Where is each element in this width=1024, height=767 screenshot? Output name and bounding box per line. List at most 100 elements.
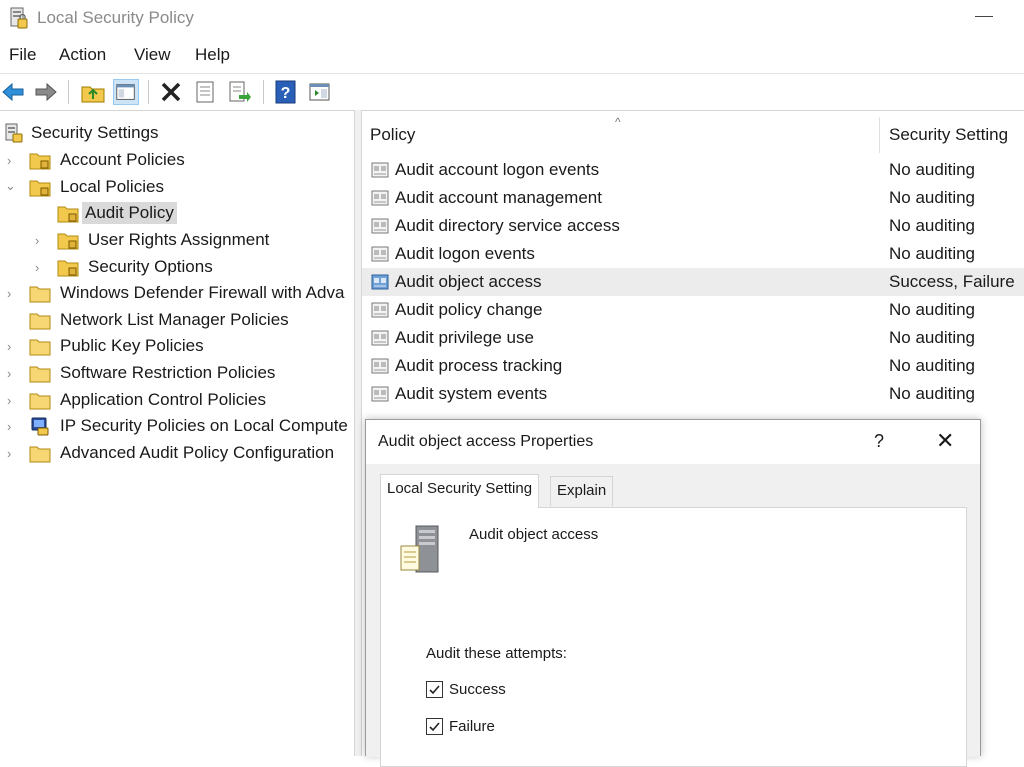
tree-item-public-key-policies[interactable]: › Public Key Policies [0, 334, 354, 360]
properties-dialog: Audit object access Properties ? ✕ Local… [365, 419, 981, 767]
menu-action[interactable]: Action [59, 45, 106, 65]
tree-item-ip-security-policies[interactable]: › IP Security Policies on Local Compute [0, 414, 354, 440]
tree-root-security-settings[interactable]: Security Settings [0, 121, 354, 147]
menu-file[interactable]: File [9, 45, 36, 65]
tree-label: Application Control Policies [60, 390, 266, 409]
policy-setting: No auditing [889, 188, 976, 207]
tree-item-security-options[interactable]: › Security Options [0, 255, 354, 281]
menu-help[interactable]: Help [195, 45, 230, 65]
pane-splitter[interactable] [354, 110, 362, 756]
policy-item-icon [371, 246, 389, 262]
svg-text:?: ? [281, 85, 291, 102]
tab-explain[interactable]: Explain [550, 476, 614, 506]
back-icon[interactable] [0, 79, 26, 105]
column-header-security-setting[interactable]: Security Setting [889, 125, 1008, 145]
forward-icon[interactable] [33, 79, 59, 105]
tree-item-software-restriction-policies[interactable]: › Software Restriction Policies [0, 361, 354, 387]
minimize-button[interactable] [975, 16, 993, 17]
help-icon[interactable]: ? [273, 79, 299, 105]
policy-item-icon [371, 330, 389, 346]
policy-name: Audit directory service access [395, 216, 620, 235]
tree-label: Account Policies [60, 150, 185, 169]
tree-item-audit-policy[interactable]: Audit Policy [0, 201, 354, 227]
tree-label: Security Options [88, 257, 213, 276]
tree-label: User Rights Assignment [88, 230, 270, 249]
show-hide-tree-icon[interactable] [113, 79, 139, 105]
delete-icon[interactable] [158, 79, 184, 105]
policy-item-icon [371, 386, 389, 402]
ip-security-icon [31, 417, 49, 436]
policy-setting: No auditing [889, 328, 976, 347]
menu-view[interactable]: View [134, 45, 171, 65]
list-row[interactable]: Audit account management No auditing [362, 184, 1024, 212]
chevron-down-icon[interactable]: ⌄ [5, 178, 17, 193]
policy-item-icon [371, 302, 389, 318]
secure-folder-icon [29, 180, 51, 197]
secure-folder-icon [57, 233, 79, 250]
chevron-right-icon[interactable]: › [7, 366, 19, 381]
folder-icon [29, 446, 51, 463]
tree-label: Network List Manager Policies [60, 310, 289, 329]
toolbar: ? [0, 73, 1024, 109]
policy-name: Audit account management [395, 188, 602, 207]
secure-folder-icon [57, 206, 79, 223]
tree-label: Advanced Audit Policy Configuration [60, 443, 335, 462]
close-button[interactable]: ✕ [936, 429, 954, 454]
security-settings-icon [5, 123, 23, 143]
failure-checkbox[interactable] [426, 718, 443, 735]
list-row[interactable]: Audit account logon events No auditing [362, 156, 1024, 184]
policy-item-icon [371, 190, 389, 206]
policy-item-icon [371, 358, 389, 374]
list-row[interactable]: Audit privilege use No auditing [362, 324, 1024, 352]
folder-icon [29, 366, 51, 383]
tree-label: Software Restriction Policies [60, 363, 276, 382]
tree-item-account-policies[interactable]: › Account Policies [0, 148, 354, 174]
policy-name: Audit policy change [395, 300, 543, 319]
folder-icon [29, 286, 51, 303]
tree-label: Audit Policy [82, 202, 177, 224]
tree-label: Public Key Policies [60, 336, 204, 355]
list-row[interactable]: Audit policy change No auditing [362, 296, 1024, 324]
up-folder-icon[interactable] [80, 79, 106, 105]
policy-setting: No auditing [889, 384, 976, 403]
properties-icon[interactable] [192, 79, 218, 105]
chevron-right-icon[interactable]: › [35, 233, 47, 248]
list-row[interactable]: Audit logon events No auditing [362, 240, 1024, 268]
column-divider[interactable] [879, 117, 880, 153]
action-pane-icon[interactable] [307, 79, 333, 105]
help-button[interactable]: ? [874, 431, 884, 452]
chevron-right-icon[interactable]: › [7, 339, 19, 354]
tree-item-local-policies[interactable]: ⌄ Local Policies [0, 175, 354, 201]
chevron-right-icon[interactable]: › [7, 393, 19, 408]
tree-item-advanced-audit-policy-configuration[interactable]: › Advanced Audit Policy Configuration [0, 441, 354, 467]
policy-setting: No auditing [889, 356, 976, 375]
chevron-right-icon[interactable]: › [7, 153, 19, 168]
success-label: Success [449, 681, 506, 698]
checkmark-icon [429, 685, 440, 695]
column-header-policy[interactable]: Policy [370, 125, 415, 145]
list-row[interactable]: Audit process tracking No auditing [362, 352, 1024, 380]
tree-item-network-list-manager-policies[interactable]: Network List Manager Policies [0, 308, 354, 334]
list-row-selected[interactable]: Audit object access Success, Failure [362, 268, 1024, 296]
policy-name: Audit privilege use [395, 328, 534, 347]
tab-panel: Audit object access Audit these attempts… [380, 507, 967, 767]
chevron-right-icon[interactable]: › [7, 419, 19, 434]
chevron-right-icon[interactable]: › [7, 446, 19, 461]
tree-label: IP Security Policies on Local Compute [60, 416, 348, 435]
success-checkbox[interactable] [426, 681, 443, 698]
list-row[interactable]: Audit directory service access No auditi… [362, 212, 1024, 240]
tree-item-user-rights-assignment[interactable]: › User Rights Assignment [0, 228, 354, 254]
policy-setting: No auditing [889, 216, 976, 235]
folder-icon [29, 313, 51, 330]
list-row[interactable]: Audit system events No auditing [362, 380, 1024, 408]
chevron-right-icon[interactable]: › [7, 286, 19, 301]
window-title: Local Security Policy [37, 8, 194, 27]
tab-local-security-setting[interactable]: Local Security Setting [380, 474, 540, 508]
tree-item-application-control-policies[interactable]: › Application Control Policies [0, 388, 354, 414]
chevron-right-icon[interactable]: › [35, 260, 47, 275]
toolbar-separator [263, 80, 264, 104]
tree-item-windows-defender-firewall[interactable]: › Windows Defender Firewall with Adva [0, 281, 354, 307]
export-list-icon[interactable] [227, 79, 253, 105]
policy-item-selected-icon [371, 274, 389, 290]
tree-label: Local Policies [60, 177, 164, 196]
